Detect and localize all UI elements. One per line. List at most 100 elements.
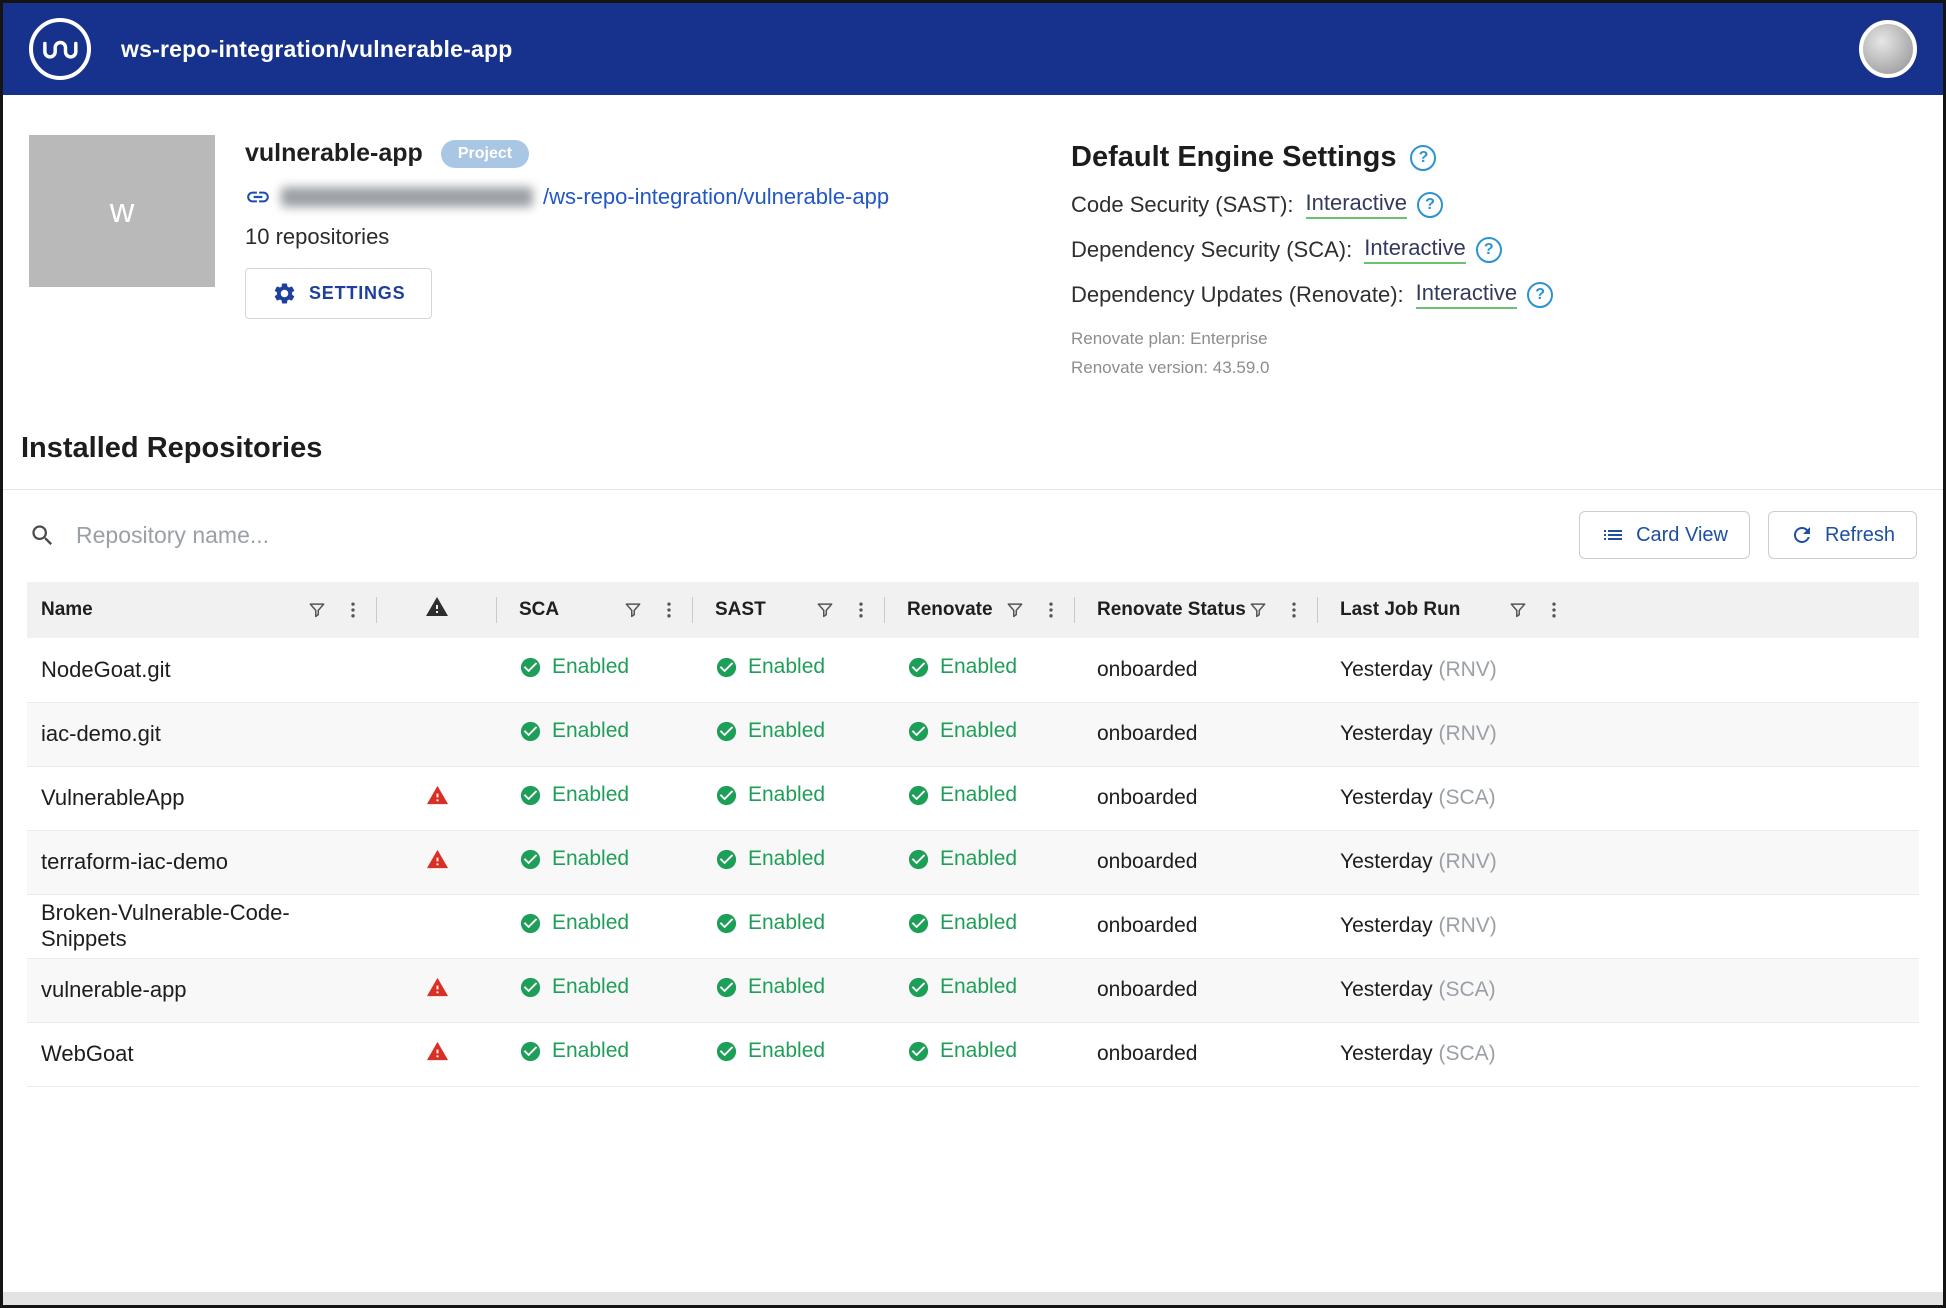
sast-status: Enabled	[715, 847, 825, 871]
help-icon[interactable]: ?	[1476, 237, 1502, 263]
repository-url-link[interactable]: /ws-repo-integration/vulnerable-app	[245, 184, 889, 210]
renovate-status: onboarded	[1075, 702, 1318, 766]
kebab-menu-icon[interactable]	[659, 600, 679, 620]
filter-icon[interactable]	[307, 600, 327, 620]
renovate-enabled-status: Enabled	[907, 911, 1017, 935]
renovate-enabled-status: Enabled	[907, 975, 1017, 999]
filter-icon[interactable]	[815, 600, 835, 620]
filter-icon[interactable]	[1005, 600, 1025, 620]
check-circle-icon	[519, 720, 542, 743]
check-circle-icon	[907, 656, 930, 679]
renovate-enabled-status: Enabled	[907, 655, 1017, 679]
sca-setting-label: Dependency Security (SCA):	[1071, 237, 1352, 263]
renovate-setting-value-link[interactable]: Interactive	[1416, 280, 1518, 309]
repo-name: Broken-Vulnerable-Code-Snippets	[27, 894, 377, 958]
user-avatar[interactable]	[1859, 20, 1917, 78]
table-row[interactable]: terraform-iac-demo Enabled Enabled	[27, 830, 1919, 894]
warning-icon[interactable]	[426, 784, 449, 807]
column-header-renovate-status: Renovate Status	[1097, 599, 1246, 621]
renovate-plan: Renovate plan: Enterprise	[1071, 329, 1917, 349]
page-title: vulnerable-app	[245, 139, 423, 168]
check-circle-icon	[907, 976, 930, 999]
renovate-enabled-status: Enabled	[907, 719, 1017, 743]
table-row[interactable]: VulnerableApp Enabled Enabled	[27, 766, 1919, 830]
renovate-setting-label: Dependency Updates (Renovate):	[1071, 282, 1404, 308]
last-job-run: Yesterday (RNV)	[1318, 638, 1919, 702]
column-header-last-job-run: Last Job Run	[1340, 599, 1460, 621]
check-circle-icon	[715, 656, 738, 679]
top-navigation-bar: ws-repo-integration/vulnerable-app	[3, 3, 1943, 95]
url-path-text: /ws-repo-integration/vulnerable-app	[543, 184, 889, 210]
renovate-enabled-status: Enabled	[907, 1039, 1017, 1063]
help-icon[interactable]: ?	[1417, 192, 1443, 218]
search-input[interactable]	[76, 522, 1561, 549]
sca-status: Enabled	[519, 911, 629, 935]
kebab-menu-icon[interactable]	[851, 600, 871, 620]
sast-status: Enabled	[715, 1039, 825, 1063]
renovate-status: onboarded	[1075, 1022, 1318, 1086]
renovate-enabled-status: Enabled	[907, 847, 1017, 871]
sca-status: Enabled	[519, 1039, 629, 1063]
filter-icon[interactable]	[623, 600, 643, 620]
gear-icon	[272, 281, 297, 306]
kebab-menu-icon[interactable]	[1544, 600, 1564, 620]
check-circle-icon	[715, 1040, 738, 1063]
check-circle-icon	[715, 784, 738, 807]
check-circle-icon	[907, 1040, 930, 1063]
check-circle-icon	[907, 848, 930, 871]
last-job-run: Yesterday (RNV)	[1318, 702, 1919, 766]
breadcrumb: ws-repo-integration/vulnerable-app	[121, 36, 512, 63]
table-row[interactable]: Broken-Vulnerable-Code-Snippets Enabled …	[27, 894, 1919, 958]
sca-status: Enabled	[519, 655, 629, 679]
check-circle-icon	[519, 976, 542, 999]
help-icon[interactable]: ?	[1410, 145, 1436, 171]
project-avatar: w	[29, 135, 215, 287]
project-type-badge: Project	[441, 140, 529, 168]
column-header-renovate: Renovate	[907, 599, 993, 621]
sca-setting-value-link[interactable]: Interactive	[1364, 235, 1466, 264]
warning-icon[interactable]	[426, 1040, 449, 1063]
settings-button[interactable]: SETTINGS	[245, 268, 432, 319]
warning-icon[interactable]	[426, 848, 449, 871]
sast-setting-value-link[interactable]: Interactive	[1306, 190, 1408, 219]
kebab-menu-icon[interactable]	[1284, 600, 1304, 620]
refresh-button[interactable]: Refresh	[1768, 511, 1917, 559]
repo-name: vulnerable-app	[27, 958, 377, 1022]
renovate-status: onboarded	[1075, 894, 1318, 958]
column-header-sast: SAST	[715, 599, 766, 621]
check-circle-icon	[907, 784, 930, 807]
table-row[interactable]: vulnerable-app Enabled Enabled	[27, 958, 1919, 1022]
last-job-run: Yesterday (SCA)	[1318, 1022, 1919, 1086]
table-row[interactable]: NodeGoat.git Enabled Enabled	[27, 638, 1919, 702]
check-circle-icon	[519, 912, 542, 935]
last-job-run: Yesterday (SCA)	[1318, 766, 1919, 830]
check-circle-icon	[907, 720, 930, 743]
filter-icon[interactable]	[1508, 600, 1528, 620]
sast-status: Enabled	[715, 911, 825, 935]
renovate-status: onboarded	[1075, 766, 1318, 830]
last-job-run: Yesterday (RNV)	[1318, 830, 1919, 894]
sca-status: Enabled	[519, 719, 629, 743]
engine-settings-title: Default Engine Settings	[1071, 141, 1396, 174]
sast-status: Enabled	[715, 655, 825, 679]
check-circle-icon	[715, 848, 738, 871]
kebab-menu-icon[interactable]	[343, 600, 363, 620]
help-icon[interactable]: ?	[1527, 282, 1553, 308]
repository-count: 10 repositories	[245, 224, 889, 250]
table-row[interactable]: WebGoat Enabled Enabled	[27, 1022, 1919, 1086]
repo-name: NodeGoat.git	[27, 638, 377, 702]
renovate-status: onboarded	[1075, 830, 1318, 894]
table-row[interactable]: iac-demo.git Enabled Enabled	[27, 702, 1919, 766]
card-view-button[interactable]: Card View	[1579, 511, 1750, 559]
check-circle-icon	[519, 656, 542, 679]
list-view-icon	[1601, 523, 1625, 547]
warning-column-icon	[425, 595, 449, 619]
check-circle-icon	[519, 848, 542, 871]
filter-icon[interactable]	[1248, 600, 1268, 620]
last-job-run: Yesterday (RNV)	[1318, 894, 1919, 958]
partial-next-row-strip	[3, 1292, 1943, 1305]
column-header-sca: SCA	[519, 599, 559, 621]
warning-icon[interactable]	[426, 976, 449, 999]
kebab-menu-icon[interactable]	[1041, 600, 1061, 620]
repo-table-body: NodeGoat.git Enabled Enabled	[27, 638, 1919, 1086]
